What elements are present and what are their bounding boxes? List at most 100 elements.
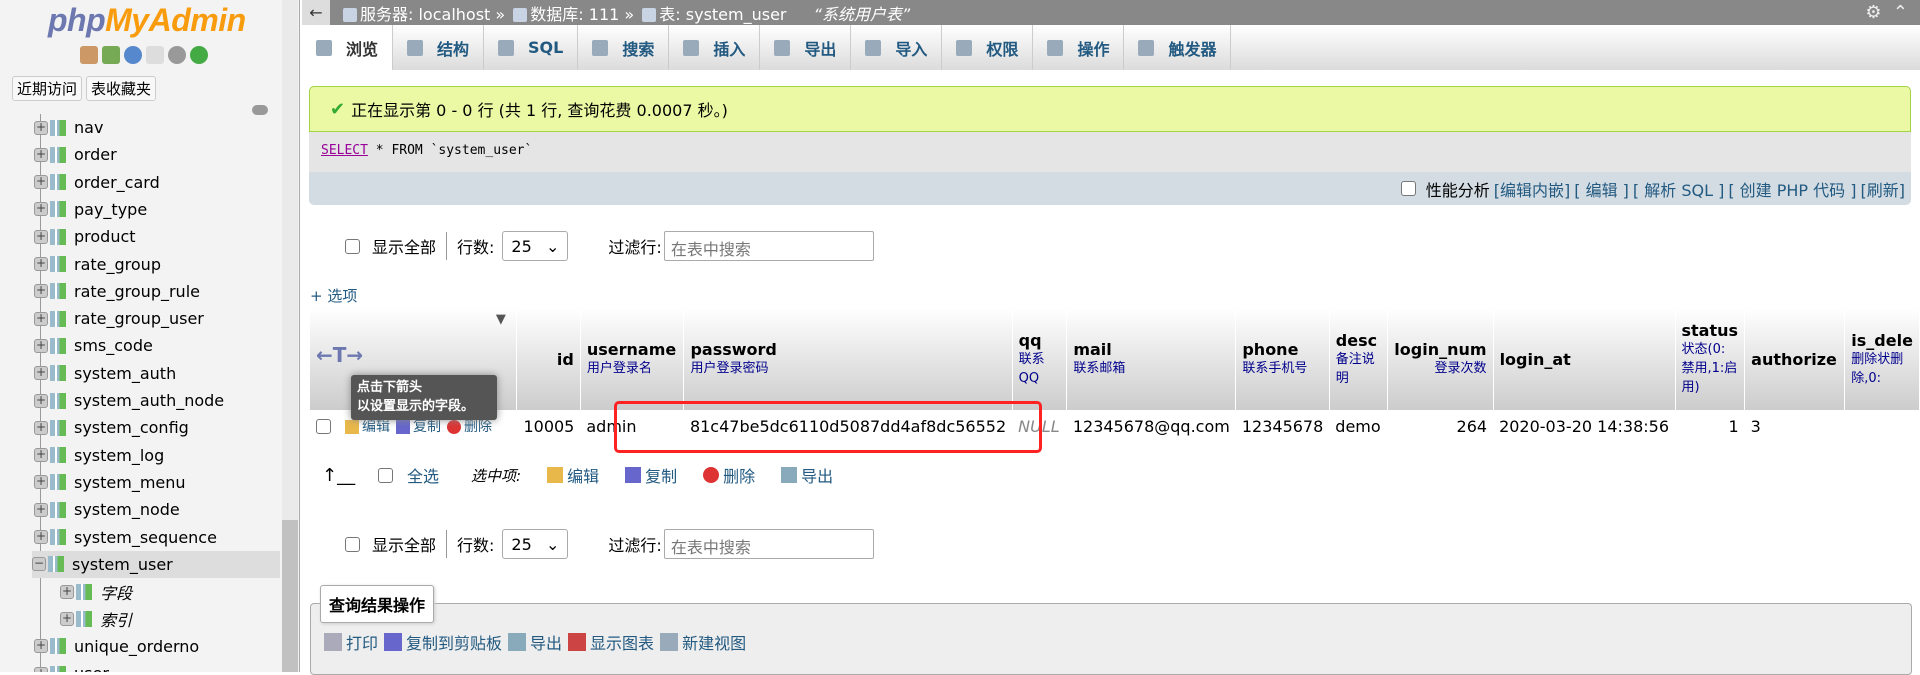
cell-mail[interactable]: 12345678@qq.com bbox=[1066, 410, 1236, 442]
expand-icon[interactable]: + bbox=[34, 366, 48, 381]
sidebar-item-system_log[interactable]: + system_log bbox=[34, 442, 164, 469]
sidebar-item-order[interactable]: + order bbox=[34, 141, 117, 168]
sidebar-item-rate_group_rule[interactable]: + rate_group_rule bbox=[34, 278, 200, 305]
sidebar-item-system_node[interactable]: + system_node bbox=[34, 496, 180, 523]
column-header-is_dele[interactable]: is_dele 删除状删除,0: bbox=[1844, 308, 1920, 410]
gear-icon[interactable] bbox=[168, 46, 186, 64]
column-name[interactable]: is_dele bbox=[1851, 331, 1913, 350]
profiling-checkbox[interactable] bbox=[1400, 181, 1416, 196]
logout-icon[interactable] bbox=[102, 46, 120, 64]
sidebar-item-unique_orderno[interactable]: + unique_orderno bbox=[34, 633, 199, 660]
tab-9[interactable]: 触发器 bbox=[1124, 25, 1232, 70]
breadcrumb-database[interactable]: 数据库: 111 bbox=[530, 5, 619, 24]
column-name[interactable]: qq bbox=[1019, 331, 1042, 350]
expand-icon[interactable]: + bbox=[34, 202, 48, 217]
column-header-login_num[interactable]: login_num 登录次数 bbox=[1387, 308, 1494, 410]
show-all-checkbox[interactable] bbox=[345, 238, 360, 254]
column-header-status[interactable]: status 状态(0:禁用,1:启用) bbox=[1675, 308, 1746, 410]
show-all-checkbox-bottom[interactable] bbox=[345, 536, 360, 552]
edit-link[interactable]: [ 编辑 ] bbox=[1574, 177, 1629, 201]
sidebar-item-user[interactable]: + user bbox=[34, 660, 109, 672]
breadcrumb-server[interactable]: 服务器: localhost bbox=[360, 5, 490, 24]
column-name[interactable]: phone bbox=[1242, 340, 1298, 359]
tab-2[interactable]: SQL bbox=[484, 25, 579, 70]
options-link[interactable]: + 选项 bbox=[310, 285, 357, 306]
favorites-button[interactable]: 表收藏夹 bbox=[86, 76, 157, 101]
column-name[interactable]: desc bbox=[1336, 331, 1377, 350]
expand-icon[interactable]: + bbox=[34, 257, 48, 271]
row-delete-button[interactable]: 删除 bbox=[447, 419, 492, 435]
column-header-id[interactable]: id bbox=[516, 308, 581, 410]
expand-icon[interactable]: + bbox=[34, 530, 48, 544]
sidebar-scrollbar-thumb[interactable] bbox=[282, 520, 298, 672]
expand-icon[interactable]: + bbox=[34, 420, 48, 435]
sidebar-item-product[interactable]: + product bbox=[34, 223, 136, 250]
column-name[interactable]: status bbox=[1682, 321, 1739, 340]
expand-icon[interactable]: + bbox=[60, 611, 74, 626]
column-header-desc[interactable]: desc 备注说明 bbox=[1329, 308, 1388, 410]
rows-select[interactable]: 25 ⌄ bbox=[502, 231, 569, 261]
sidebar-item-system_config[interactable]: + system_config bbox=[34, 414, 189, 441]
expand-icon[interactable]: + bbox=[34, 338, 48, 353]
column-name[interactable]: username bbox=[587, 340, 676, 359]
tab-0[interactable]: 浏览 bbox=[302, 25, 394, 70]
expand-icon[interactable]: + bbox=[34, 666, 48, 672]
tab-3[interactable]: 搜索 bbox=[578, 25, 670, 70]
collapse-top-icon[interactable]: ⌃ bbox=[1893, 2, 1908, 23]
expand-icon[interactable]: + bbox=[34, 475, 48, 490]
rows-select-bottom[interactable]: 25 ⌄ bbox=[502, 529, 569, 559]
query-op-4[interactable]: 新建视图 bbox=[660, 630, 746, 654]
expand-icon[interactable]: + bbox=[34, 147, 48, 162]
tab-7[interactable]: 权限 bbox=[942, 25, 1034, 70]
collapse-sidebar-button[interactable]: ← bbox=[302, 0, 330, 25]
sql-keyword-link[interactable]: SELECT bbox=[321, 143, 368, 158]
sidebar-item-system_menu[interactable]: + system_menu bbox=[34, 469, 186, 496]
column-header-password[interactable]: password 用户登录密码 bbox=[683, 308, 1013, 410]
column-header-authorize[interactable]: authorize bbox=[1744, 308, 1846, 410]
refresh-link[interactable]: [刷新] bbox=[1861, 177, 1906, 201]
docs-icon[interactable] bbox=[146, 46, 164, 64]
expand-icon[interactable]: + bbox=[34, 229, 48, 244]
expand-icon[interactable]: + bbox=[34, 284, 48, 299]
column-name[interactable]: id bbox=[557, 350, 574, 369]
sidebar-item-rate_group_user[interactable]: + rate_group_user bbox=[34, 305, 204, 332]
tree-child-item[interactable]: + 索引 bbox=[60, 605, 132, 632]
tab-8[interactable]: 操作 bbox=[1033, 25, 1125, 70]
check-all-link[interactable]: 全选 bbox=[407, 463, 439, 487]
home-icon[interactable] bbox=[80, 46, 98, 64]
query-op-2[interactable]: 导出 bbox=[508, 630, 562, 654]
cell-login_at[interactable]: 2020-03-20 14:38:56 bbox=[1493, 410, 1675, 442]
filter-rows-input[interactable]: 在表中搜索 bbox=[663, 231, 874, 261]
sidebar-item-system_user[interactable]: − system_user bbox=[32, 550, 280, 578]
sidebar-item-system_sequence[interactable]: + system_sequence bbox=[34, 524, 217, 551]
tab-5[interactable]: 导出 bbox=[760, 25, 852, 70]
sidebar-item-sms_code[interactable]: + sms_code bbox=[34, 332, 153, 359]
recent-button[interactable]: 近期访问 bbox=[12, 76, 83, 101]
expand-icon[interactable]: + bbox=[34, 393, 48, 408]
cell-phone[interactable]: 12345678 bbox=[1235, 410, 1330, 442]
column-name[interactable]: login_num bbox=[1394, 340, 1486, 359]
expand-icon[interactable]: + bbox=[34, 175, 48, 190]
column-header-mail[interactable]: mail 联系邮箱 bbox=[1066, 308, 1237, 410]
column-header-phone[interactable]: phone 联系手机号 bbox=[1235, 308, 1330, 410]
column-name[interactable]: mail bbox=[1073, 340, 1111, 359]
cell-id[interactable]: 10005 bbox=[516, 410, 581, 442]
bulk-copy-button[interactable]: 复制 bbox=[625, 463, 677, 487]
cell-desc[interactable]: demo bbox=[1329, 410, 1388, 442]
column-header-login_at[interactable]: login_at bbox=[1493, 308, 1676, 410]
phpmyadmin-logo[interactable]: phpMyAdmin bbox=[48, 2, 246, 39]
reload-icon[interactable] bbox=[190, 46, 208, 64]
edit-inline-link[interactable]: [编辑内嵌] bbox=[1494, 177, 1571, 201]
sidebar-item-rate_group[interactable]: + rate_group bbox=[34, 251, 161, 278]
row-copy-button[interactable]: 复制 bbox=[396, 419, 441, 435]
sidebar-item-order_card[interactable]: + order_card bbox=[34, 169, 160, 196]
cell-is_dele[interactable] bbox=[1844, 410, 1920, 442]
column-dropdown-icon[interactable]: ▼ bbox=[496, 312, 506, 327]
column-resize-icon[interactable]: ←T→ bbox=[316, 343, 363, 367]
query-op-1[interactable]: 复制到剪贴板 bbox=[384, 630, 502, 654]
help-icon[interactable] bbox=[124, 46, 142, 64]
bulk-edit-button[interactable]: 编辑 bbox=[547, 463, 599, 487]
cell-authorize[interactable]: 3 bbox=[1744, 410, 1845, 442]
create-php-link[interactable]: [ 创建 PHP 代码 ] bbox=[1728, 177, 1856, 201]
check-all-checkbox[interactable] bbox=[378, 467, 393, 483]
